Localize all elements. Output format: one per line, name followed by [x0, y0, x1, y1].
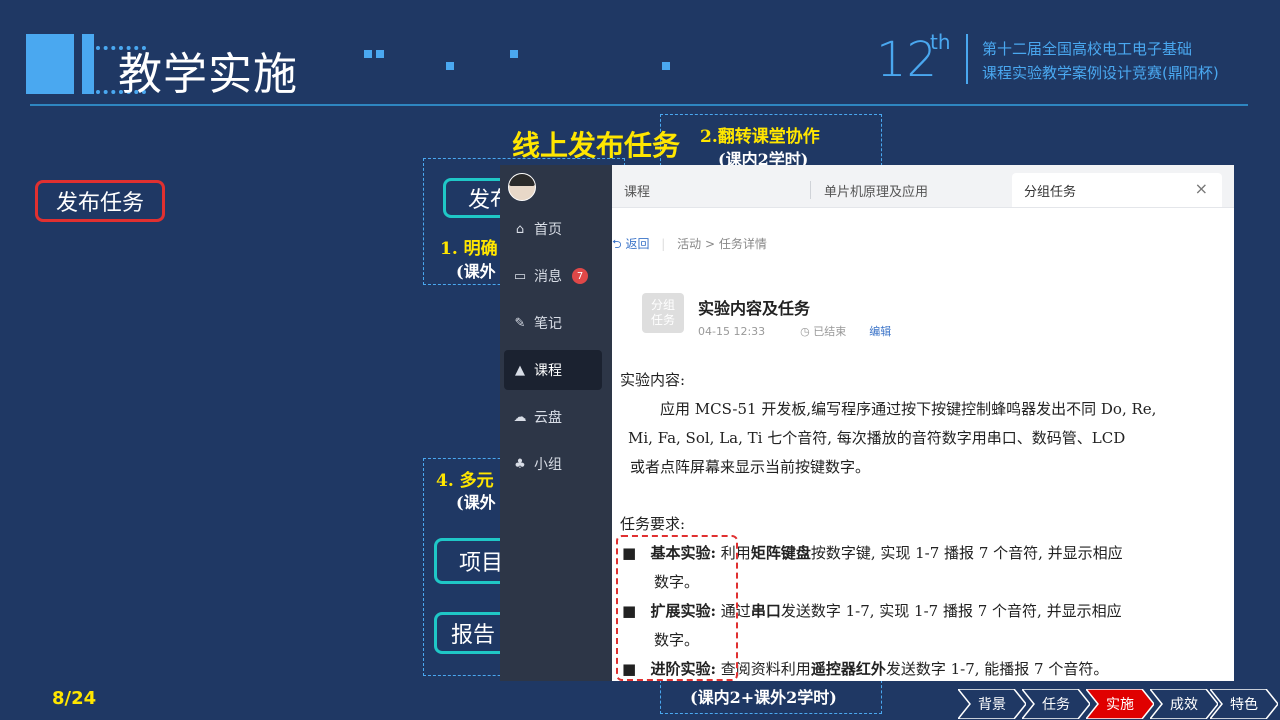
sidebar-item-label: 课程: [534, 363, 562, 379]
content-line: Mi, Fa, Sol, La, Ti 七个音符, 每次播放的音符数字用串口、数…: [628, 429, 1126, 447]
header-divider: [966, 34, 968, 84]
step4-subtitle: (课外: [456, 493, 496, 512]
competition-line2: 课程实验教学案例设计竞赛(鼎阳杯): [982, 64, 1219, 82]
close-icon[interactable]: ×: [1195, 179, 1208, 198]
decor-square: [364, 50, 372, 58]
requirements-heading: 任务要求:: [620, 515, 686, 533]
breadcrumb: ⮌ 返回 | 活动 > 任务详情: [612, 237, 767, 251]
decor-square: [446, 62, 454, 70]
edition-suffix: th: [930, 30, 951, 54]
footer-nav-features[interactable]: 特色: [1210, 689, 1278, 719]
edition-number: 12: [876, 32, 938, 88]
bottom-step-subtitle: (课内2+课外2学时): [690, 688, 837, 707]
sidebar-item-label: 消息: [534, 269, 562, 285]
step2-title: 2.翻转课堂协作: [700, 127, 820, 147]
content-line: 或者点阵屏幕来显示当前按键数字。: [630, 458, 871, 476]
tab-course[interactable]: 课程: [624, 173, 650, 207]
footer-nav-label: 特色: [1230, 697, 1258, 713]
content-line: 应用 MCS-51 开发板,编写程序通过按下按键控制蜂鸣器发出不同 Do, Re…: [660, 400, 1157, 418]
home-icon: ⌂: [515, 221, 525, 237]
task-status: 已结束: [813, 325, 847, 338]
sidebar-item-label: 云盘: [534, 410, 562, 426]
sidebar-item-cloud[interactable]: ☁ 云盘: [504, 397, 602, 437]
clock-icon: ◷: [800, 325, 810, 338]
tab-mcu-course[interactable]: 单片机原理及应用: [824, 173, 928, 207]
tab-group-task[interactable]: 分组任务 ×: [1012, 173, 1222, 207]
highlight-frame: [616, 535, 738, 681]
footer-nav-label: 任务: [1042, 697, 1070, 713]
page-title: 教学实施: [118, 49, 298, 100]
footer-nav-label: 实施: [1106, 697, 1134, 713]
footer-nav-label: 背景: [978, 697, 1006, 713]
cloud-icon: ☁: [513, 409, 527, 425]
message-count-badge: 7: [572, 268, 588, 284]
step1-title: 1. 明确: [440, 239, 498, 259]
breadcrumb-path: 活动 > 任务详情: [677, 237, 767, 251]
app-sidebar: ⌂ 首页 ▭ 消息 7 ✎ 笔记 ▲ 课程 ☁ 云盘 ♣ 小组: [500, 165, 612, 681]
decor-square: [662, 62, 670, 70]
page-number: 8/24: [52, 688, 97, 709]
sidebar-item-course[interactable]: ▲ 课程: [504, 350, 602, 390]
task-meta: 04-15 12:33 ◷ 已结束 编辑: [698, 323, 891, 339]
decor-square: [510, 50, 518, 58]
header-rule: [30, 104, 1248, 106]
edit-link[interactable]: 编辑: [869, 325, 891, 338]
footer-nav-task[interactable]: 任务: [1022, 689, 1090, 719]
task-date: 04-15 12:33: [698, 325, 766, 338]
footer-nav-label: 成效: [1170, 697, 1198, 713]
course-icon: ▲: [515, 362, 525, 378]
sidebar-item-label: 小组: [534, 457, 562, 473]
footer-nav-results[interactable]: 成效: [1150, 689, 1218, 719]
header-accent-block: [26, 34, 74, 94]
footer-nav-implementation[interactable]: 实施: [1086, 689, 1154, 719]
sidebar-item-notes[interactable]: ✎ 笔记: [504, 303, 602, 343]
sidebar-item-label: 笔记: [534, 316, 562, 332]
tab-label: 分组任务: [1024, 184, 1077, 200]
competition-line1: 第十二届全国高校电工电子基础: [982, 40, 1193, 58]
online-task-title: 线上发布任务: [512, 129, 681, 162]
app-window: ⌂ 首页 ▭ 消息 7 ✎ 笔记 ▲ 课程 ☁ 云盘 ♣ 小组 课程 单片机原理…: [500, 165, 1234, 681]
sidebar-item-group[interactable]: ♣ 小组: [504, 444, 602, 484]
tab-bar: 课程 单片机原理及应用 分组任务 ×: [612, 165, 1234, 208]
back-icon[interactable]: ⮌: [612, 237, 625, 251]
tab-divider: [810, 181, 811, 199]
decor-square: [376, 50, 384, 58]
step4-title: 4. 多元: [436, 471, 494, 491]
back-link[interactable]: 返回: [625, 237, 649, 251]
step1-subtitle: (课外: [456, 262, 496, 281]
note-icon: ✎: [514, 315, 526, 331]
publish-task-button[interactable]: 发布任务: [35, 180, 165, 222]
group-task-icon: 分组 任务: [642, 293, 684, 333]
message-icon: ▭: [513, 268, 527, 284]
sidebar-item-label: 首页: [534, 222, 562, 238]
sidebar-item-home[interactable]: ⌂ 首页: [504, 209, 602, 249]
sidebar-item-messages[interactable]: ▭ 消息 7: [504, 256, 602, 296]
task-title: 实验内容及任务: [698, 299, 811, 318]
content-heading: 实验内容:: [620, 371, 686, 389]
group-icon: ♣: [514, 456, 526, 472]
header-accent-bar: [82, 34, 94, 94]
footer-nav-background[interactable]: 背景: [958, 689, 1026, 719]
avatar[interactable]: [508, 173, 536, 201]
